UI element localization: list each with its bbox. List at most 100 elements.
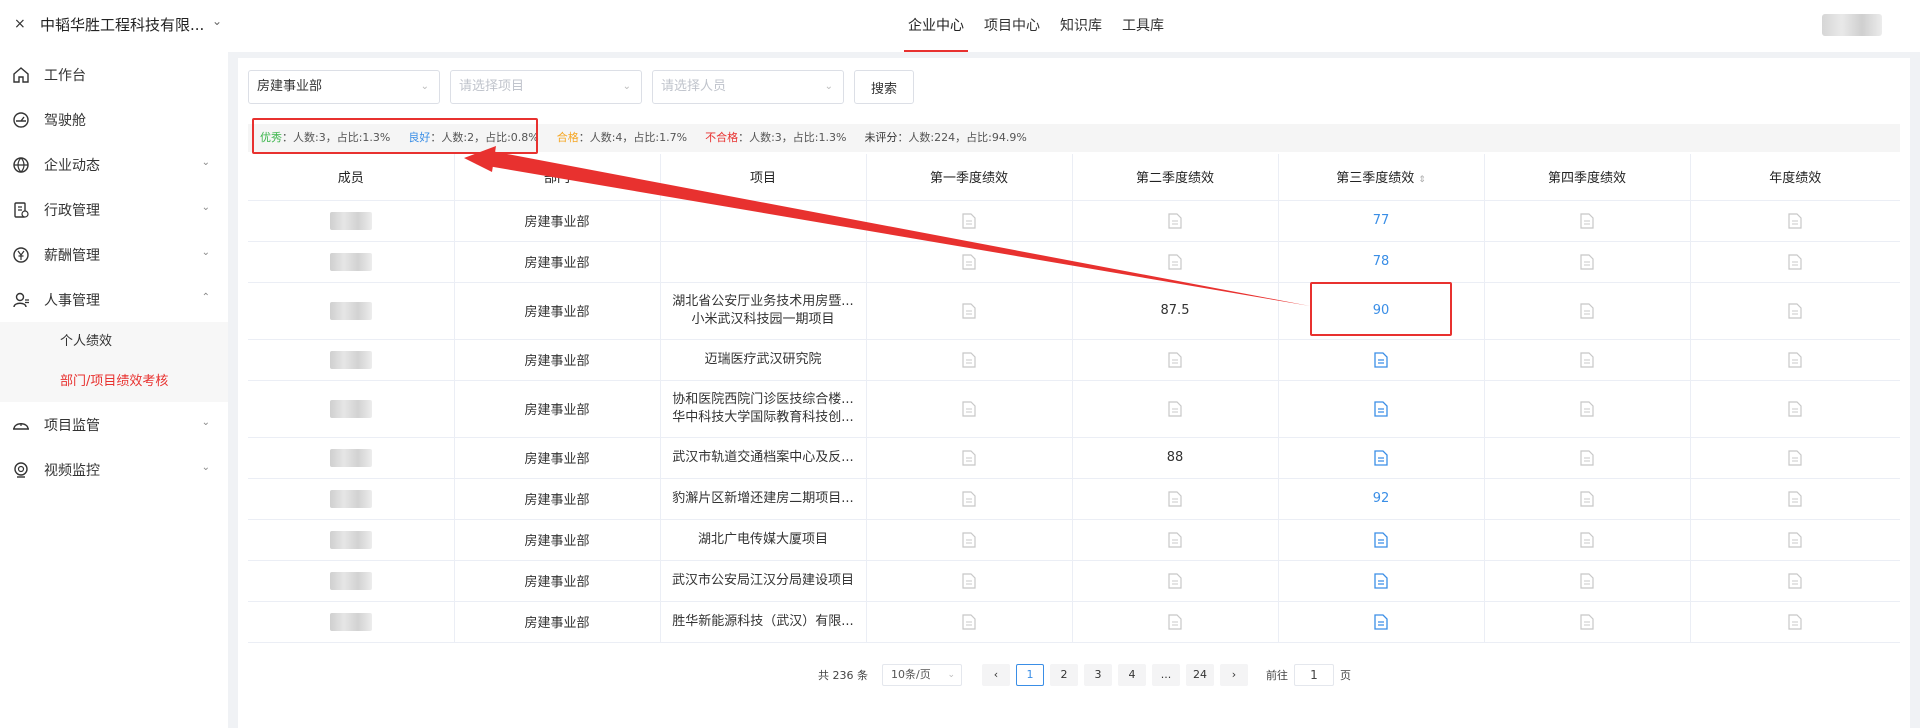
next-page-button[interactable]: ›: [1220, 664, 1248, 686]
score-cell[interactable]: [1484, 560, 1691, 602]
score-cell[interactable]: 87.5: [1072, 282, 1279, 340]
score-cell[interactable]: [1690, 560, 1900, 602]
document-icon[interactable]: [1580, 613, 1594, 630]
score-cell[interactable]: [1484, 200, 1691, 242]
document-icon[interactable]: [962, 572, 976, 589]
score-cell[interactable]: [1690, 241, 1900, 283]
sidebar-subitem-0[interactable]: 个人绩效: [0, 322, 228, 362]
document-icon[interactable]: [1580, 212, 1594, 229]
score-cell[interactable]: 77: [1278, 200, 1485, 242]
score-cell[interactable]: [1690, 200, 1900, 242]
page-button[interactable]: ...: [1152, 664, 1180, 686]
sidebar-item-3[interactable]: 行政管理 ⌄: [0, 187, 228, 232]
document-icon[interactable]: [1580, 490, 1594, 507]
sidebar-item-0[interactable]: 工作台: [0, 52, 228, 97]
project-select[interactable]: 请选择项目 ⌄: [450, 70, 642, 104]
document-icon[interactable]: [1788, 531, 1802, 548]
document-icon[interactable]: [1168, 212, 1182, 229]
document-icon[interactable]: [1168, 400, 1182, 417]
document-icon[interactable]: [962, 253, 976, 270]
goto-page-input[interactable]: 1: [1294, 664, 1334, 686]
score-link[interactable]: 78: [1373, 254, 1390, 269]
score-cell[interactable]: [866, 519, 1073, 561]
score-cell[interactable]: [1278, 339, 1485, 381]
sidebar-item-7[interactable]: 视频监控 ⌄: [0, 447, 228, 492]
document-icon[interactable]: [1374, 351, 1388, 368]
document-icon[interactable]: [1788, 253, 1802, 270]
score-cell[interactable]: [1484, 519, 1691, 561]
score-cell[interactable]: [1484, 437, 1691, 479]
page-button[interactable]: 2: [1050, 664, 1078, 686]
score-cell[interactable]: [1072, 241, 1279, 283]
document-icon[interactable]: [1374, 531, 1388, 548]
score-cell[interactable]: [866, 380, 1073, 438]
person-select[interactable]: 请选择人员 ⌄: [652, 70, 844, 104]
score-cell[interactable]: [1484, 478, 1691, 520]
score-cell[interactable]: [1278, 380, 1485, 438]
document-icon[interactable]: [1788, 572, 1802, 589]
page-button[interactable]: 24: [1186, 664, 1214, 686]
nav-tab-3[interactable]: 工具库: [1112, 0, 1174, 52]
document-icon[interactable]: [1580, 449, 1594, 466]
document-icon[interactable]: [962, 490, 976, 507]
user-avatar[interactable]: [1822, 14, 1882, 36]
page-button[interactable]: 1: [1016, 664, 1044, 686]
score-cell[interactable]: [1072, 200, 1279, 242]
document-icon[interactable]: [962, 212, 976, 229]
document-icon[interactable]: [1168, 253, 1182, 270]
sidebar-item-5[interactable]: 人事管理 ⌃: [0, 277, 228, 322]
document-icon[interactable]: [1580, 351, 1594, 368]
document-icon[interactable]: [1168, 613, 1182, 630]
nav-tab-2[interactable]: 知识库: [1050, 0, 1112, 52]
score-cell[interactable]: [1484, 241, 1691, 283]
document-icon[interactable]: [1168, 572, 1182, 589]
company-name[interactable]: 中韬华胜工程科技有限...: [40, 14, 204, 35]
search-button[interactable]: 搜索: [854, 70, 914, 104]
sidebar-item-6[interactable]: 项目监管 ⌄: [0, 402, 228, 447]
score-cell[interactable]: [1278, 560, 1485, 602]
score-cell[interactable]: [1690, 339, 1900, 381]
document-icon[interactable]: [1788, 212, 1802, 229]
document-icon[interactable]: [1788, 449, 1802, 466]
document-icon[interactable]: [1168, 351, 1182, 368]
page-size-select[interactable]: 10条/页 ⌄: [882, 664, 962, 686]
document-icon[interactable]: [1580, 400, 1594, 417]
score-cell[interactable]: [1484, 339, 1691, 381]
document-icon[interactable]: [1788, 351, 1802, 368]
score-cell[interactable]: [866, 478, 1073, 520]
score-cell[interactable]: [866, 200, 1073, 242]
chevron-down-icon[interactable]: ⌄: [212, 14, 222, 28]
score-cell[interactable]: [1072, 478, 1279, 520]
document-icon[interactable]: [962, 351, 976, 368]
document-icon[interactable]: [962, 531, 976, 548]
score-cell[interactable]: [1278, 601, 1485, 643]
document-icon[interactable]: [962, 449, 976, 466]
score-cell[interactable]: 92: [1278, 478, 1485, 520]
document-icon[interactable]: [1788, 400, 1802, 417]
document-icon[interactable]: [1374, 613, 1388, 630]
document-icon[interactable]: [1374, 449, 1388, 466]
nav-tab-0[interactable]: 企业中心: [898, 0, 974, 52]
sidebar-item-1[interactable]: 驾驶舱: [0, 97, 228, 142]
score-cell[interactable]: [1072, 519, 1279, 561]
close-icon[interactable]: ×: [14, 16, 26, 32]
document-icon[interactable]: [1580, 572, 1594, 589]
document-icon[interactable]: [1374, 572, 1388, 589]
score-cell[interactable]: [1278, 437, 1485, 479]
page-button[interactable]: 3: [1084, 664, 1112, 686]
sidebar-item-4[interactable]: 薪酬管理 ⌄: [0, 232, 228, 277]
score-cell[interactable]: [1690, 601, 1900, 643]
score-cell[interactable]: [1484, 380, 1691, 438]
page-button[interactable]: 4: [1118, 664, 1146, 686]
score-cell[interactable]: [866, 560, 1073, 602]
sort-icon[interactable]: ⇕: [1418, 175, 1426, 185]
score-cell[interactable]: [1690, 437, 1900, 479]
document-icon[interactable]: [1788, 490, 1802, 507]
score-cell[interactable]: [1072, 339, 1279, 381]
score-cell[interactable]: [1690, 282, 1900, 340]
score-cell[interactable]: [1690, 478, 1900, 520]
document-icon[interactable]: [1374, 400, 1388, 417]
score-cell[interactable]: 88: [1072, 437, 1279, 479]
score-cell[interactable]: [1072, 560, 1279, 602]
score-link[interactable]: 77: [1373, 213, 1390, 228]
